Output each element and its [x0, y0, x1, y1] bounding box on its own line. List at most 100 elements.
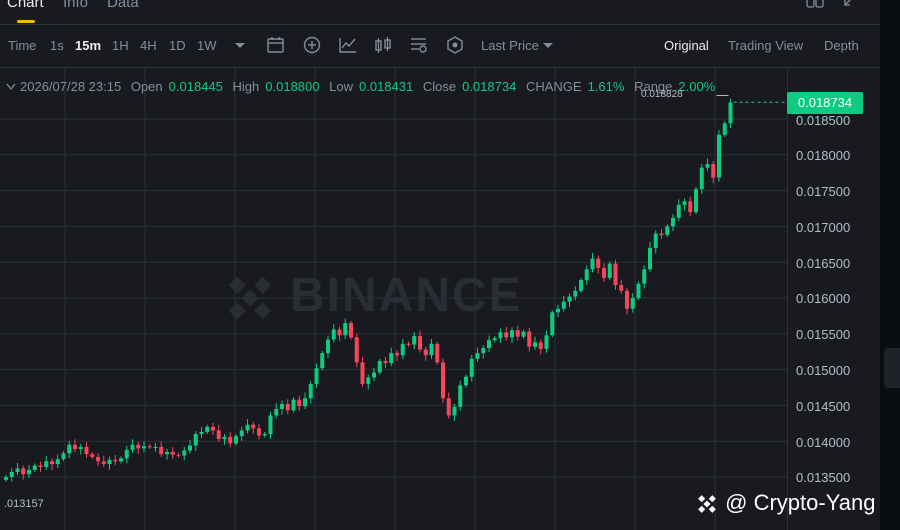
time-label: Time [8, 38, 37, 53]
view-trading-view[interactable]: Trading View [728, 38, 803, 53]
candle-body [435, 343, 440, 363]
candle [400, 339, 405, 360]
view-original[interactable]: Original [664, 38, 709, 53]
tab-info[interactable]: Info [63, 0, 88, 11]
candle [366, 374, 371, 390]
interval-1s[interactable]: 1s [50, 38, 64, 53]
candle-body [561, 301, 566, 309]
low-value: 0.018431 [358, 79, 414, 94]
candle-body [377, 361, 382, 373]
candle [395, 350, 399, 361]
candle-body [412, 335, 417, 345]
panel-handle[interactable] [884, 348, 900, 388]
candle-body [90, 454, 95, 457]
collapse-icon[interactable] [842, 0, 854, 11]
candle [671, 213, 675, 232]
candle-body [366, 377, 371, 384]
candle-body [245, 424, 250, 431]
candle-body [717, 134, 721, 178]
candle [101, 455, 106, 468]
price-tick: 0.013500 [796, 470, 851, 485]
candlestick-chart[interactable] [0, 68, 787, 530]
price-tick: 0.015000 [796, 363, 851, 378]
candle-body [222, 436, 227, 440]
view-depth[interactable]: Depth [824, 38, 859, 53]
candle [349, 320, 353, 340]
candle-body [722, 123, 727, 135]
calendar-icon[interactable] [266, 35, 286, 55]
candle [481, 345, 486, 359]
chart-settings-icon[interactable] [409, 35, 429, 55]
candle-body [84, 446, 89, 455]
hexagon-icon[interactable] [445, 35, 465, 55]
layout-toggle-icon[interactable] [806, 0, 824, 11]
candle [538, 339, 543, 355]
candle-body [159, 446, 164, 455]
candle [124, 445, 129, 464]
candle-body [326, 339, 330, 354]
candle [648, 242, 652, 273]
right-panel-edge [880, 0, 900, 530]
candle-body [705, 164, 710, 168]
candle-body [291, 399, 296, 411]
candle [50, 458, 54, 470]
interval-4h[interactable]: 4H [140, 38, 157, 53]
candle-body [170, 451, 175, 455]
chart-line-icon[interactable] [338, 35, 358, 55]
candlestick-icon[interactable] [373, 35, 393, 55]
tab-data[interactable]: Data [107, 0, 139, 11]
candle-body [406, 343, 411, 345]
candle [694, 187, 698, 215]
candle [343, 318, 348, 340]
price-axis[interactable]: 0.018500 0.018000 0.017500 0.017000 0.01… [787, 68, 881, 530]
candle [320, 350, 325, 371]
candle-body [556, 308, 560, 313]
candle [38, 461, 43, 472]
candle-body [96, 456, 100, 462]
candle [239, 426, 244, 441]
candle-body [596, 258, 601, 268]
candle-body [130, 444, 135, 450]
price-type-dropdown-icon[interactable] [541, 35, 561, 55]
candle-body [389, 353, 394, 364]
candle-body [78, 446, 83, 450]
candle [262, 431, 267, 438]
interval-15m[interactable]: 15m [75, 38, 101, 53]
candle [510, 327, 514, 343]
add-indicator-icon[interactable] [302, 35, 322, 55]
candle-body [303, 398, 307, 407]
interval-1d[interactable]: 1D [169, 38, 186, 53]
candle-body [308, 383, 313, 399]
candle-body [441, 362, 445, 399]
candle [4, 474, 8, 483]
candle [452, 403, 457, 422]
candle [636, 281, 641, 301]
tab-chart[interactable]: Chart [7, 0, 44, 11]
candle [423, 346, 428, 361]
candle-body [147, 446, 152, 448]
candle [216, 424, 221, 443]
candle [170, 447, 175, 459]
legend-collapse-icon[interactable] [6, 79, 16, 94]
interval-dropdown-icon[interactable] [232, 35, 252, 55]
candle [360, 356, 365, 387]
candle [682, 198, 687, 211]
candle [492, 335, 497, 343]
price-tick: 0.018500 [796, 113, 851, 128]
candle-body [498, 332, 503, 339]
candle-body [176, 454, 181, 456]
candle-body [653, 233, 658, 248]
candle-body [216, 430, 221, 440]
open-label: Open [130, 79, 163, 94]
candle [303, 392, 307, 410]
interval-1h[interactable]: 1H [112, 38, 129, 53]
candle [607, 261, 612, 281]
candle-body [67, 444, 72, 454]
candle-body [257, 428, 261, 436]
candle-body [349, 323, 353, 338]
candle-body [567, 296, 572, 302]
candle-body [383, 361, 388, 364]
price-type-select[interactable]: Last Price [481, 38, 539, 53]
interval-1w[interactable]: 1W [197, 38, 217, 53]
candle-body [619, 285, 624, 291]
